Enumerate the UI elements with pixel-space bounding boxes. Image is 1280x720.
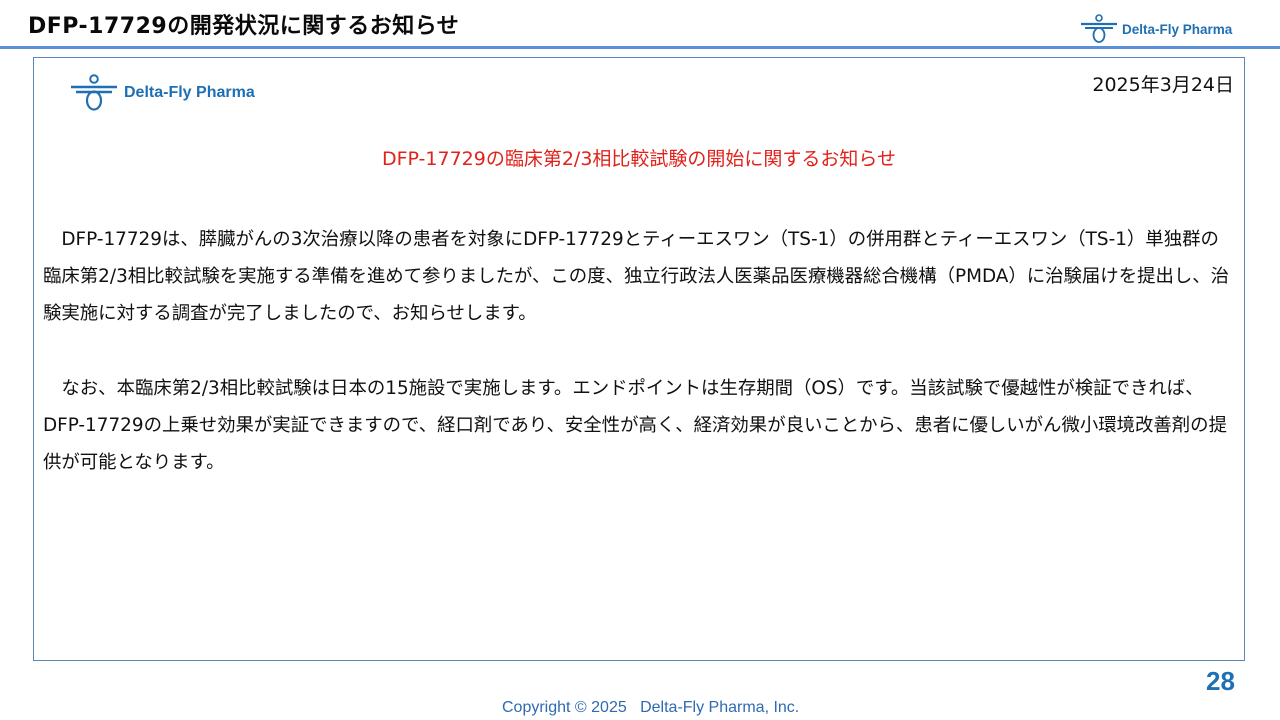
- title-divider: [0, 46, 1280, 49]
- notice-date: 2025年3月24日: [1092, 74, 1234, 96]
- notice-box: Delta-Fly Pharma 2025年3月24日 DFP-17729の臨床…: [33, 57, 1245, 661]
- copyright-footer: Copyright © 2025 Delta-Fly Pharma, Inc.: [502, 699, 800, 716]
- header-logo: Delta-Fly Pharma: [1080, 12, 1232, 46]
- page-number: 28: [1206, 666, 1235, 696]
- header-logo-text: Delta-Fly Pharma: [1122, 21, 1233, 37]
- dragonfly-logo-icon: [1080, 14, 1118, 44]
- slide-title: DFP-17729の開発状況に関するお知らせ: [28, 14, 460, 39]
- notice-paragraph: なお、本臨床第2/3相比較試験は日本の15施設で実施します。エンドポイントは生存…: [43, 378, 1227, 473]
- notice-title: DFP-17729の臨床第2/3相比較試験の開始に関するお知らせ: [381, 148, 897, 170]
- dragonfly-logo-icon: [70, 74, 118, 112]
- notice-paragraph: DFP-17729は、膵臓がんの3次治療以降の患者を対象にDFP-17729とテ…: [43, 229, 1230, 324]
- notice-logo: Delta-Fly Pharma: [70, 74, 255, 112]
- notice-logo-text: Delta-Fly Pharma: [124, 84, 255, 101]
